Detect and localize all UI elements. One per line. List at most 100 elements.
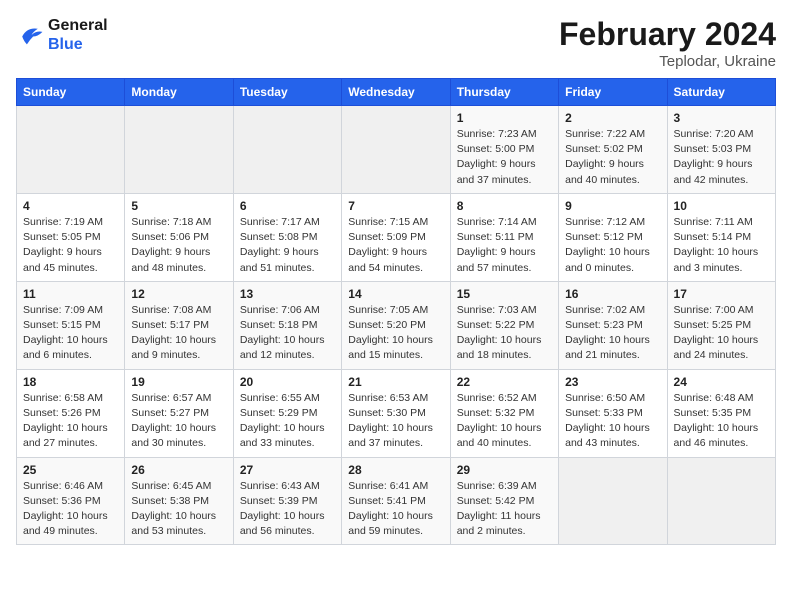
day-number: 9: [565, 199, 660, 213]
day-number: 22: [457, 375, 552, 389]
weekday-header-row: SundayMondayTuesdayWednesdayThursdayFrid…: [17, 79, 776, 106]
calendar-cell: 4 Sunrise: 7:19 AM Sunset: 5:05 PM Daylig…: [17, 193, 125, 281]
day-number: 18: [23, 375, 118, 389]
day-info: Sunrise: 7:19 AM Sunset: 5:05 PM Dayligh…: [23, 215, 118, 276]
weekday-header-sunday: Sunday: [17, 79, 125, 106]
day-info: Sunrise: 7:20 AM Sunset: 5:03 PM Dayligh…: [674, 127, 769, 188]
location-subtitle: Teplodar, Ukraine: [559, 53, 776, 70]
calendar-cell: 15 Sunrise: 7:03 AM Sunset: 5:22 PM Dayli…: [450, 281, 558, 369]
day-info: Sunrise: 7:23 AM Sunset: 5:00 PM Dayligh…: [457, 127, 552, 188]
day-info: Sunrise: 7:05 AM Sunset: 5:20 PM Dayligh…: [348, 303, 443, 364]
weekday-header-wednesday: Wednesday: [342, 79, 450, 106]
week-row-5: 25 Sunrise: 6:46 AM Sunset: 5:36 PM Dayli…: [17, 457, 776, 545]
logo-text: General Blue: [48, 16, 108, 54]
month-title: February 2024: [559, 16, 776, 53]
day-number: 5: [131, 199, 226, 213]
calendar-cell: [125, 106, 233, 194]
day-info: Sunrise: 6:43 AM Sunset: 5:39 PM Dayligh…: [240, 479, 335, 540]
weekday-header-monday: Monday: [125, 79, 233, 106]
day-number: 28: [348, 463, 443, 477]
calendar-cell: 29Sunrise: 6:39 AM Sunset: 5:42 PM Dayli…: [450, 457, 558, 545]
calendar-cell: 11 Sunrise: 7:09 AM Sunset: 5:15 PM Dayli…: [17, 281, 125, 369]
day-info: Sunrise: 7:09 AM Sunset: 5:15 PM Dayligh…: [23, 303, 118, 364]
calendar-cell: [559, 457, 667, 545]
day-number: 14: [348, 287, 443, 301]
day-info: Sunrise: 6:53 AM Sunset: 5:30 PM Dayligh…: [348, 391, 443, 452]
day-info: Sunrise: 7:08 AM Sunset: 5:17 PM Dayligh…: [131, 303, 226, 364]
calendar-cell: 23Sunrise: 6:50 AM Sunset: 5:33 PM Dayli…: [559, 369, 667, 457]
day-info: Sunrise: 7:22 AM Sunset: 5:02 PM Dayligh…: [565, 127, 660, 188]
day-number: 10: [674, 199, 769, 213]
calendar-cell: [342, 106, 450, 194]
day-number: 24: [674, 375, 769, 389]
week-row-2: 4 Sunrise: 7:19 AM Sunset: 5:05 PM Daylig…: [17, 193, 776, 281]
day-number: 26: [131, 463, 226, 477]
day-number: 1: [457, 111, 552, 125]
calendar-cell: 16Sunrise: 7:02 AM Sunset: 5:23 PM Dayli…: [559, 281, 667, 369]
day-number: 23: [565, 375, 660, 389]
day-info: Sunrise: 6:55 AM Sunset: 5:29 PM Dayligh…: [240, 391, 335, 452]
calendar-cell: 20 Sunrise: 6:55 AM Sunset: 5:29 PM Dayli…: [233, 369, 341, 457]
week-row-1: 1 Sunrise: 7:23 AM Sunset: 5:00 PM Daylig…: [17, 106, 776, 194]
calendar-cell: 27Sunrise: 6:43 AM Sunset: 5:39 PM Dayli…: [233, 457, 341, 545]
calendar-title-block: February 2024 Teplodar, Ukraine: [559, 16, 776, 70]
calendar-cell: 6Sunrise: 7:17 AM Sunset: 5:08 PM Daylig…: [233, 193, 341, 281]
calendar-cell: 22 Sunrise: 6:52 AM Sunset: 5:32 PM Dayli…: [450, 369, 558, 457]
day-info: Sunrise: 6:41 AM Sunset: 5:41 PM Dayligh…: [348, 479, 443, 540]
calendar-cell: 24 Sunrise: 6:48 AM Sunset: 5:35 PM Dayli…: [667, 369, 775, 457]
calendar-cell: [17, 106, 125, 194]
day-info: Sunrise: 7:06 AM Sunset: 5:18 PM Dayligh…: [240, 303, 335, 364]
day-number: 25: [23, 463, 118, 477]
day-number: 4: [23, 199, 118, 213]
calendar-cell: 21 Sunrise: 6:53 AM Sunset: 5:30 PM Dayli…: [342, 369, 450, 457]
day-info: Sunrise: 7:00 AM Sunset: 5:25 PM Dayligh…: [674, 303, 769, 364]
calendar-cell: 12Sunrise: 7:08 AM Sunset: 5:17 PM Dayli…: [125, 281, 233, 369]
calendar-cell: 9 Sunrise: 7:12 AM Sunset: 5:12 PM Daylig…: [559, 193, 667, 281]
calendar-cell: [233, 106, 341, 194]
day-info: Sunrise: 7:03 AM Sunset: 5:22 PM Dayligh…: [457, 303, 552, 364]
day-number: 17: [674, 287, 769, 301]
logo-icon: [16, 21, 44, 49]
day-number: 2: [565, 111, 660, 125]
day-info: Sunrise: 6:52 AM Sunset: 5:32 PM Dayligh…: [457, 391, 552, 452]
day-info: Sunrise: 6:48 AM Sunset: 5:35 PM Dayligh…: [674, 391, 769, 452]
calendar-cell: 1 Sunrise: 7:23 AM Sunset: 5:00 PM Daylig…: [450, 106, 558, 194]
day-number: 3: [674, 111, 769, 125]
calendar-cell: 28 Sunrise: 6:41 AM Sunset: 5:41 PM Dayli…: [342, 457, 450, 545]
day-number: 11: [23, 287, 118, 301]
day-info: Sunrise: 7:02 AM Sunset: 5:23 PM Dayligh…: [565, 303, 660, 364]
calendar-cell: 25 Sunrise: 6:46 AM Sunset: 5:36 PM Dayli…: [17, 457, 125, 545]
day-info: Sunrise: 7:18 AM Sunset: 5:06 PM Dayligh…: [131, 215, 226, 276]
calendar-table: SundayMondayTuesdayWednesdayThursdayFrid…: [16, 78, 776, 545]
calendar-cell: 3 Sunrise: 7:20 AM Sunset: 5:03 PM Daylig…: [667, 106, 775, 194]
day-info: Sunrise: 6:45 AM Sunset: 5:38 PM Dayligh…: [131, 479, 226, 540]
calendar-cell: 2 Sunrise: 7:22 AM Sunset: 5:02 PM Daylig…: [559, 106, 667, 194]
day-info: Sunrise: 6:46 AM Sunset: 5:36 PM Dayligh…: [23, 479, 118, 540]
day-number: 13: [240, 287, 335, 301]
day-number: 19: [131, 375, 226, 389]
calendar-cell: 26 Sunrise: 6:45 AM Sunset: 5:38 PM Dayli…: [125, 457, 233, 545]
day-info: Sunrise: 7:11 AM Sunset: 5:14 PM Dayligh…: [674, 215, 769, 276]
day-info: Sunrise: 7:14 AM Sunset: 5:11 PM Dayligh…: [457, 215, 552, 276]
day-number: 15: [457, 287, 552, 301]
calendar-cell: 10 Sunrise: 7:11 AM Sunset: 5:14 PM Dayli…: [667, 193, 775, 281]
calendar-cell: [667, 457, 775, 545]
week-row-3: 11 Sunrise: 7:09 AM Sunset: 5:15 PM Dayli…: [17, 281, 776, 369]
calendar-cell: 5 Sunrise: 7:18 AM Sunset: 5:06 PM Daylig…: [125, 193, 233, 281]
calendar-cell: 13 Sunrise: 7:06 AM Sunset: 5:18 PM Dayli…: [233, 281, 341, 369]
calendar-cell: 18 Sunrise: 6:58 AM Sunset: 5:26 PM Dayli…: [17, 369, 125, 457]
day-info: Sunrise: 6:57 AM Sunset: 5:27 PM Dayligh…: [131, 391, 226, 452]
day-info: Sunrise: 6:58 AM Sunset: 5:26 PM Dayligh…: [23, 391, 118, 452]
day-number: 21: [348, 375, 443, 389]
day-info: Sunrise: 7:12 AM Sunset: 5:12 PM Dayligh…: [565, 215, 660, 276]
weekday-header-saturday: Saturday: [667, 79, 775, 106]
calendar-cell: 17 Sunrise: 7:00 AM Sunset: 5:25 PM Dayli…: [667, 281, 775, 369]
weekday-header-thursday: Thursday: [450, 79, 558, 106]
week-row-4: 18 Sunrise: 6:58 AM Sunset: 5:26 PM Dayli…: [17, 369, 776, 457]
day-number: 20: [240, 375, 335, 389]
logo: General Blue: [16, 16, 108, 54]
day-info: Sunrise: 7:15 AM Sunset: 5:09 PM Dayligh…: [348, 215, 443, 276]
weekday-header-tuesday: Tuesday: [233, 79, 341, 106]
calendar-cell: 19 Sunrise: 6:57 AM Sunset: 5:27 PM Dayli…: [125, 369, 233, 457]
day-info: Sunrise: 7:17 AM Sunset: 5:08 PM Dayligh…: [240, 215, 335, 276]
